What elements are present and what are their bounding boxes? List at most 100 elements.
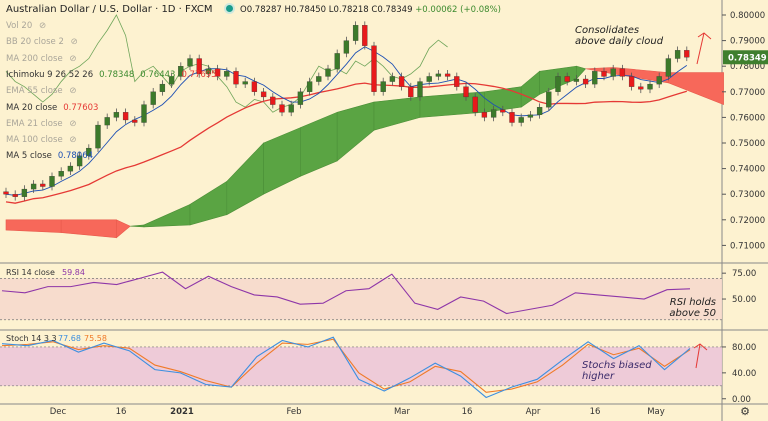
candle-body	[674, 50, 681, 59]
chart-canvas[interactable]: 0.800000.790000.780000.770000.760000.750…	[0, 0, 768, 421]
settings-gear-icon[interactable]: ⚙	[740, 405, 750, 418]
time-tick-label: Mar	[394, 407, 411, 417]
candle-body	[159, 83, 166, 92]
legend-item[interactable]: MA 100 close ⊘	[6, 135, 77, 145]
price-tick-label: 0.79000	[730, 37, 765, 47]
legend-item[interactable]: MA 200 close ⊘	[6, 54, 77, 64]
price-tick-label: 0.71000	[730, 241, 765, 251]
cloud-bullish	[189, 180, 228, 226]
eye-hidden-icon[interactable]: ⊘	[67, 86, 76, 96]
time-tick-label: 2021	[170, 407, 194, 417]
candle-body	[490, 109, 497, 118]
candle	[297, 87, 304, 109]
eye-hidden-icon[interactable]: ⊘	[67, 135, 76, 145]
candle-body	[343, 40, 350, 54]
candle	[684, 46, 690, 62]
candle-body	[408, 86, 414, 98]
legend-label: BB 20 close 2	[6, 37, 64, 48]
candle	[619, 64, 626, 81]
cloud-bearish	[60, 219, 117, 239]
candle	[40, 180, 46, 191]
osc-tick-label: 0.00	[732, 395, 751, 405]
eye-hidden-icon[interactable]: ⊘	[67, 54, 76, 64]
candle	[325, 64, 331, 81]
high-value: H0.78450	[284, 5, 327, 15]
candle-body	[40, 183, 46, 187]
legend-label: MA 200 close	[6, 53, 63, 64]
legend-item[interactable]: MA 20 close 0.77603	[6, 103, 98, 113]
candle-body	[67, 165, 74, 172]
candle	[3, 187, 9, 199]
candle-body	[518, 117, 524, 123]
candle-body	[21, 188, 28, 197]
candle-body	[546, 91, 552, 108]
legend-value: 0.76443	[140, 69, 176, 80]
legend-item[interactable]: MA 5 close 0.78064	[6, 151, 93, 161]
eye-hidden-icon[interactable]: ⊘	[68, 37, 78, 47]
eye-hidden-icon[interactable]: ⊘	[67, 119, 76, 129]
candle	[141, 100, 147, 127]
candle	[610, 64, 616, 81]
candle	[306, 77, 313, 96]
candle-body	[58, 171, 64, 177]
low-value: L0.78218	[328, 5, 369, 15]
candle	[444, 70, 451, 81]
candle-body	[260, 91, 267, 98]
annotation-line: Stochs biased	[582, 360, 652, 371]
price-up-arrow	[696, 32, 712, 65]
price-tick-label: 0.76000	[730, 113, 765, 123]
legend-label: Ichimoku 9 26 52 26	[6, 69, 94, 80]
legend-item[interactable]: BB 20 close 2 ⊘	[6, 37, 78, 47]
candle-body	[362, 25, 368, 46]
legend-item[interactable]: Ichimoku 9 26 52 26 0.78348 0.76443 0.77695	[6, 70, 217, 80]
candle-body	[104, 117, 110, 126]
candle	[21, 185, 28, 201]
candle-body	[536, 107, 543, 115]
candle	[67, 162, 74, 175]
candle-body	[187, 58, 193, 67]
time-tick-label: Feb	[286, 407, 301, 417]
legend-item[interactable]: Vol 20 ⊘	[6, 21, 46, 31]
candle-body	[463, 86, 469, 98]
rsi-legend-label: RSI 14 close	[6, 268, 55, 277]
candle	[582, 75, 589, 88]
lagging-span-line	[5, 14, 448, 113]
cloud-bullish	[300, 111, 338, 177]
candle-body	[647, 83, 653, 90]
annotation-line: RSI holds	[669, 297, 716, 308]
candle	[674, 46, 681, 63]
candle	[104, 113, 110, 129]
candle-body	[665, 58, 672, 77]
legend-item[interactable]: EMA 55 close ⊘	[6, 86, 76, 96]
candle	[527, 111, 534, 122]
price-annotation: Consolidates above daily cloud	[575, 25, 663, 47]
candle	[122, 108, 129, 124]
candle-body	[619, 68, 626, 77]
candle-body	[638, 86, 644, 90]
stoch-annotation: Stochs biased higher	[582, 360, 652, 382]
cloud-bullish	[576, 65, 587, 80]
annotation-line: above 50	[669, 308, 716, 319]
candle-body	[417, 81, 423, 98]
candle-body	[95, 124, 101, 149]
annotation-line: higher	[582, 371, 615, 382]
candle-body	[472, 96, 478, 113]
eye-hidden-icon[interactable]: ⊘	[36, 21, 46, 31]
symbol-title[interactable]: Australian Dollar / U.S. Dollar · 1D · F…	[6, 4, 213, 15]
cloud-bearish	[116, 219, 131, 239]
candle-body	[573, 78, 580, 82]
candle-body	[297, 91, 304, 105]
candle-body	[481, 112, 488, 118]
legend-label: MA 100 close	[6, 135, 63, 146]
candle-body	[656, 76, 662, 85]
osc-tick-label: 80.00	[732, 343, 756, 353]
close-value: C0.78349	[371, 5, 413, 15]
candle	[454, 72, 460, 91]
legend-item[interactable]: EMA 21 close ⊘	[6, 119, 76, 129]
open-value: O0.78287	[240, 5, 282, 15]
time-tick-label: 16	[116, 407, 127, 417]
candle	[316, 72, 322, 86]
candle-body	[389, 76, 396, 82]
legend-label: EMA 55 close	[6, 86, 63, 97]
candle-body	[564, 76, 570, 82]
